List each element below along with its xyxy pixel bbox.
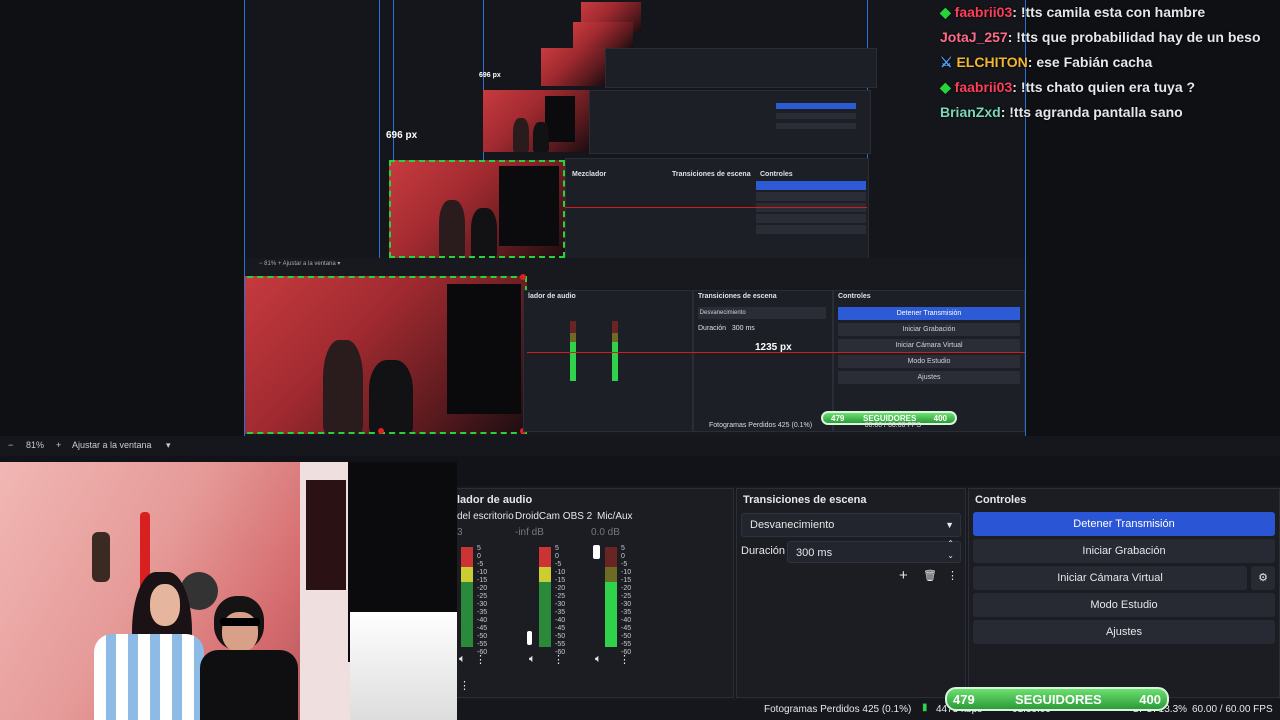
- volume-slider[interactable]: [527, 631, 532, 645]
- panel-title: Controles: [975, 494, 1027, 506]
- duration-label: Duración: [741, 545, 786, 557]
- webcam-overlay: [0, 462, 457, 720]
- white-chair: [350, 612, 457, 720]
- panel-title: Transiciones de escena: [743, 494, 867, 506]
- channel-db: -inf dB: [515, 527, 544, 538]
- moderator-badge-icon: ⚔: [940, 54, 953, 70]
- zoom-in-button[interactable]: +: [56, 440, 61, 450]
- audio-mixer-panel: lador de audio del escritorio 3 DroidCam…: [456, 488, 734, 698]
- fit-to-window-select[interactable]: Ajustar a la ventana: [72, 440, 152, 450]
- nested-audio-panel: lador de audio: [523, 290, 693, 432]
- sunglasses: [220, 618, 260, 626]
- zoom-level: 81%: [26, 440, 45, 450]
- nested-dock: Mezclador Transiciones de escena Control…: [565, 158, 869, 260]
- guide-line: [565, 207, 867, 208]
- window-glass: [306, 480, 346, 590]
- start-virtual-camera-button[interactable]: Iniciar Cámara Virtual: [973, 566, 1247, 590]
- more-vertical-icon[interactable]: ⋮: [475, 653, 486, 666]
- person-shirt: [200, 650, 298, 720]
- chat-message: JotaJ_257: !tts que probabilidad hay de …: [940, 29, 1261, 45]
- meter-scale: 5 0 -5 -10 -15 -20 -25 -30 -35 -40 -45 -50 -55 -60: [621, 545, 632, 656]
- nested-statusbar: Fotogramas Perdidos 425 (0.1%) 60.00 / 6…: [709, 422, 922, 429]
- signal-icon: ▮: [922, 702, 928, 713]
- fps: 60.00 / 60.00 FPS: [1192, 704, 1273, 715]
- channel-name: Mic/Aux: [597, 511, 633, 522]
- chat-message: ◆ faabrii03: !tts chato quien era tuya ?: [940, 79, 1196, 95]
- more-vertical-icon[interactable]: ⋮: [947, 569, 958, 582]
- stepper-icon[interactable]: ⌃ ⌄: [947, 538, 954, 562]
- chat-message: BrianZxd: !tts agranda pantalla sano: [940, 104, 1183, 120]
- guitar: [92, 532, 110, 582]
- selection-box[interactable]: [245, 276, 527, 434]
- chat-message: ⚔ ELCHITON: ese Fabián cacha: [940, 54, 1153, 70]
- preview-canvas[interactable]: 696 px Mezclador Transiciones de escena …: [244, 0, 1026, 436]
- chat-overlay: ◆ faabrii03: !tts camila esta con hambre…: [940, 0, 1280, 125]
- nested-transitions-panel: Transiciones de escena Desvanecimiento D…: [693, 290, 833, 432]
- scene-transitions-panel: Transiciones de escena Desvanecimiento ▼…: [736, 488, 966, 698]
- meter-scale: 5 0 -5 -10 -15 -20 -25 -30 -35 -40 -45 -50 -55 -60: [555, 545, 566, 656]
- speaker-icon[interactable]: 🔈︎: [459, 653, 466, 666]
- speaker-icon[interactable]: 🔈︎: [595, 653, 602, 666]
- nested-preview: [483, 90, 589, 152]
- gear-icon[interactable]: ⚙: [1251, 566, 1275, 590]
- settings-button[interactable]: Ajustes: [973, 620, 1275, 644]
- transition-select[interactable]: Desvanecimiento ▼: [741, 513, 961, 537]
- follower-label: SEGUIDORES: [1015, 692, 1102, 707]
- dropped-frames: Fotogramas Perdidos 425 (0.1%): [764, 704, 912, 715]
- person-face: [150, 584, 180, 626]
- follower-goal-value: 400: [1139, 692, 1161, 707]
- studio-mode-button[interactable]: Modo Estudio: [973, 593, 1275, 617]
- follower-count: 479: [953, 692, 975, 707]
- speaker-icon[interactable]: 🔈︎: [529, 653, 536, 666]
- channel-db: 3: [457, 527, 463, 538]
- more-vertical-icon[interactable]: ⋮: [553, 653, 564, 666]
- follower-goal: 479 SEGUIDORES 400: [945, 687, 1169, 711]
- chevron-down-icon[interactable]: ▾: [166, 440, 171, 451]
- zoom-bar: − 81% + Ajustar a la ventana ▾: [0, 436, 1280, 456]
- meter-scale: 5 0 -5 -10 -15 -20 -25 -30 -35 -40 -45 -50 -55 -60: [477, 545, 488, 656]
- diamond-icon: ◆: [940, 4, 951, 20]
- controls-panel: Controles Detener Transmisión Iniciar Gr…: [968, 488, 1280, 698]
- duration-input[interactable]: 300 ms ⌃ ⌄: [787, 538, 961, 563]
- panel-title: lador de audio: [457, 494, 533, 506]
- volume-meter: [545, 547, 551, 647]
- channel-db: 0.0 dB: [591, 527, 620, 538]
- px-label: 1235 px: [755, 342, 792, 353]
- volume-slider[interactable]: [593, 545, 600, 559]
- chat-message: ◆ faabrii03: !tts camila esta con hambre: [940, 4, 1206, 20]
- nested-zoom: − 81% + Ajustar a la ventana ▾: [259, 261, 341, 267]
- channel-name: del escritorio: [457, 511, 514, 522]
- person-shirt: [94, 634, 204, 720]
- resize-handle[interactable]: [520, 274, 526, 280]
- diamond-icon: ◆: [940, 79, 951, 95]
- px-label: 696 px: [386, 130, 418, 141]
- trash-icon[interactable]: 🗑︎: [923, 569, 937, 582]
- nested-preview: [541, 48, 605, 86]
- duration-value: 300 ms: [796, 547, 833, 559]
- add-icon[interactable]: +: [899, 567, 908, 584]
- transition-select-value: Desvanecimiento: [750, 519, 835, 531]
- start-recording-button[interactable]: Iniciar Grabación: [973, 539, 1275, 563]
- nested-preview: [573, 22, 633, 48]
- volume-meter: [611, 547, 617, 647]
- more-vertical-icon[interactable]: ⋮: [619, 653, 630, 666]
- more-vertical-icon[interactable]: ⋮: [459, 679, 470, 692]
- channel-name: DroidCam OBS 2: [515, 511, 593, 522]
- zoom-out-button[interactable]: −: [8, 440, 13, 450]
- nested-dock: [589, 90, 871, 154]
- chevron-down-icon: ▼: [945, 520, 954, 530]
- volume-meter: [467, 547, 473, 647]
- nested-dock: [605, 48, 877, 88]
- resize-handle[interactable]: [378, 428, 384, 434]
- stop-streaming-button[interactable]: Detener Transmisión: [973, 512, 1275, 536]
- selection-box[interactable]: [389, 160, 565, 258]
- px-label: 696 px: [479, 72, 501, 79]
